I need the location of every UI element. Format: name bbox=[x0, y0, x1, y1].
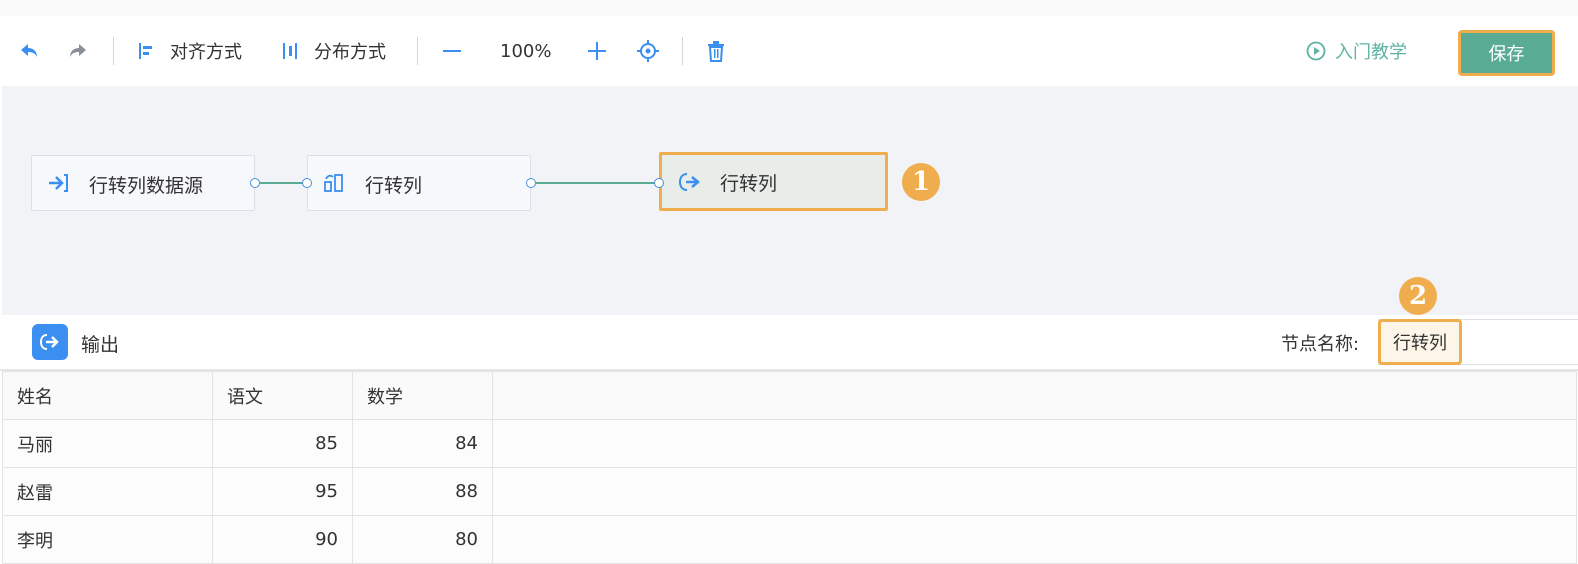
table-cell[interactable]: 李明 bbox=[2, 515, 213, 564]
node-name-input[interactable]: 行转列 bbox=[1378, 319, 1462, 365]
column-header[interactable]: 数学 bbox=[352, 371, 493, 420]
node-source[interactable]: 行转列数据源 bbox=[31, 155, 255, 211]
guide-link[interactable]: 入门教学 bbox=[1306, 16, 1407, 86]
input-port[interactable] bbox=[654, 178, 664, 188]
zoom-in-button[interactable] bbox=[586, 16, 608, 86]
step-badge-1: 1 bbox=[902, 163, 940, 201]
redo-button[interactable] bbox=[67, 16, 89, 86]
edge-connector bbox=[260, 182, 304, 184]
table-cell[interactable]: 84 bbox=[352, 419, 493, 468]
column-header-empty bbox=[492, 371, 1577, 420]
column-header[interactable]: 语文 bbox=[212, 371, 353, 420]
align-left-icon bbox=[139, 43, 152, 59]
properties-panel-header: 输出 节点名称: 行转列 bbox=[0, 315, 1578, 371]
table-cell[interactable]: 赵雷 bbox=[2, 467, 213, 516]
node-output-selected[interactable]: 行转列 bbox=[659, 152, 888, 211]
distribute-button[interactable]: 分布方式 bbox=[280, 16, 386, 86]
locate-button[interactable] bbox=[637, 16, 659, 86]
table-cell[interactable]: 88 bbox=[352, 467, 493, 516]
table-cell[interactable]: 90 bbox=[212, 515, 353, 564]
distribute-label: 分布方式 bbox=[314, 42, 386, 63]
edge-connector bbox=[536, 182, 658, 184]
node-transform[interactable]: 行转列 bbox=[307, 155, 531, 211]
save-button[interactable]: 保存 bbox=[1458, 30, 1555, 76]
row-to-column-icon bbox=[324, 174, 343, 192]
node-label: 行转列数据源 bbox=[89, 175, 204, 197]
top-strip bbox=[0, 0, 1578, 16]
play-circle-icon bbox=[1306, 41, 1326, 61]
table-cell-empty bbox=[492, 467, 1577, 516]
redo-icon bbox=[70, 44, 86, 57]
delete-button[interactable] bbox=[706, 16, 726, 86]
table-cell[interactable]: 85 bbox=[212, 419, 353, 468]
table-row: 赵雷 95 88 bbox=[2, 467, 1577, 516]
output-node-icon bbox=[32, 324, 68, 360]
table-header-row: 姓名 语文 数学 bbox=[2, 371, 1577, 420]
table-cell[interactable]: 马丽 bbox=[2, 419, 213, 468]
output-port[interactable] bbox=[526, 178, 536, 188]
output-table: 姓名 语文 数学 马丽 85 84 赵雷 95 88 李明 90 80 bbox=[2, 371, 1577, 564]
zoom-out-button[interactable] bbox=[441, 16, 463, 86]
table-cell[interactable]: 80 bbox=[352, 515, 493, 564]
zoom-level-text: 100% bbox=[500, 40, 552, 62]
node-label: 行转列 bbox=[365, 175, 423, 197]
toolbar-divider bbox=[113, 37, 114, 65]
distribute-icon bbox=[283, 43, 297, 59]
output-arrow-icon bbox=[39, 334, 59, 350]
align-label: 对齐方式 bbox=[170, 42, 242, 63]
input-port[interactable] bbox=[302, 178, 312, 188]
table-row: 马丽 85 84 bbox=[2, 419, 1577, 468]
column-header[interactable]: 姓名 bbox=[2, 371, 213, 420]
undo-icon bbox=[21, 44, 37, 57]
toolbar: 对齐方式 分布方式 100% 入门教学 保存 bbox=[0, 16, 1578, 86]
table-row: 李明 90 80 bbox=[2, 515, 1577, 564]
table-cell[interactable]: 95 bbox=[212, 467, 353, 516]
minus-icon bbox=[443, 50, 461, 52]
guide-label: 入门教学 bbox=[1335, 42, 1407, 63]
flow-canvas[interactable]: 行转列数据源 行转列 行转列 1 bbox=[2, 86, 1578, 315]
zoom-level: 100% bbox=[500, 16, 551, 86]
output-arrow-icon bbox=[678, 173, 700, 191]
plus-icon bbox=[588, 42, 606, 60]
crosshair-icon bbox=[637, 40, 659, 62]
node-name-label: 节点名称: bbox=[1281, 334, 1360, 355]
table-cell-empty bbox=[492, 419, 1577, 468]
undo-button[interactable] bbox=[18, 16, 40, 86]
align-button[interactable]: 对齐方式 bbox=[136, 16, 242, 86]
toolbar-divider bbox=[417, 37, 418, 65]
panel-title: 输出 bbox=[81, 334, 120, 356]
table-cell-empty bbox=[492, 515, 1577, 564]
input-arrow-icon bbox=[49, 174, 68, 192]
toolbar-divider bbox=[682, 37, 683, 65]
output-port[interactable] bbox=[250, 178, 260, 188]
step-badge-2: 2 bbox=[1399, 277, 1437, 315]
trash-icon bbox=[708, 41, 724, 62]
node-label: 行转列 bbox=[720, 173, 778, 195]
